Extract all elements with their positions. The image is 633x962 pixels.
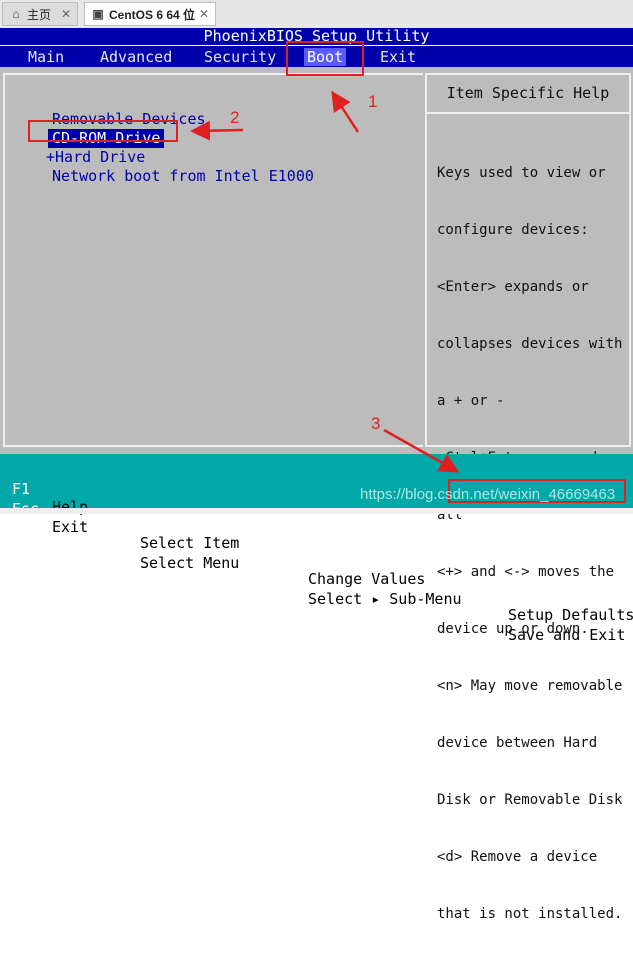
arrow-1-icon [331, 90, 360, 133]
key-enter: Enter [253, 572, 299, 590]
key-esc-desc: Exit [52, 518, 89, 536]
key-leftright-desc: Select Menu [140, 554, 240, 572]
watermark-text: https://blog.csdn.net/weixin_46669463 [360, 486, 616, 503]
key-updown-desc: Select Item [140, 534, 240, 552]
key-f10: F10 [469, 608, 497, 626]
window-bottom-edge [0, 508, 633, 514]
help-line: device between Hard [437, 735, 598, 751]
annotation-1: 1 [368, 92, 378, 111]
help-line: Disk or Removable Disk [437, 792, 623, 808]
annotation-2: 2 [230, 108, 240, 127]
key-enter-desc: Select ▸ Sub-Menu [308, 590, 462, 608]
annotation-arrows [190, 90, 460, 473]
key-f9: F9 [469, 588, 488, 606]
key-f10-desc: Save and Exit [508, 626, 626, 644]
key-plusminus-desc: Change Values [308, 570, 426, 588]
help-line: <+> and <-> moves the [437, 564, 615, 580]
key-updown: ↑↓ [108, 516, 127, 534]
key-f9-desc: Setup Defaults [508, 606, 633, 624]
key-leftright: ↔ [108, 536, 118, 554]
help-line: that is not installed. [437, 906, 623, 922]
key-plusminus: -/+ [253, 552, 281, 570]
arrow-2-icon [190, 120, 244, 141]
arrow-3-icon [383, 428, 460, 473]
annotation-3: 3 [371, 414, 381, 433]
help-line: <d> Remove a device [437, 849, 598, 865]
help-line: <n> May move removable [437, 678, 623, 694]
